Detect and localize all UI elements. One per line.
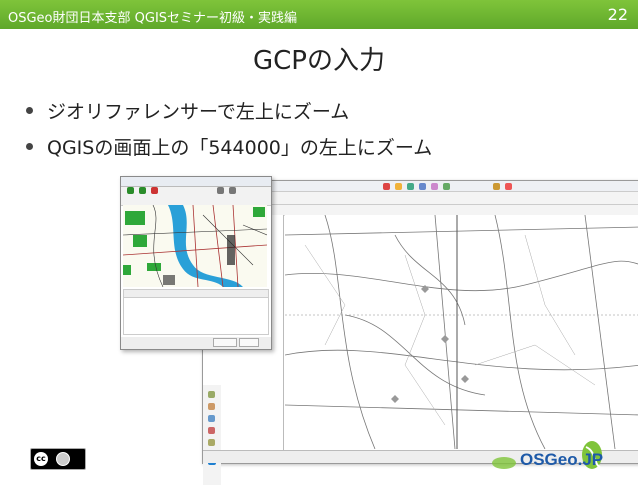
gcp-table[interactable] — [123, 289, 269, 335]
osgeo-jp-logo: OSGeo.JP — [490, 437, 610, 477]
creative-commons-icon: cc — [34, 452, 48, 466]
bullet-text: ジオリファレンサーで左上にズーム — [47, 100, 350, 123]
tool-icon[interactable] — [229, 187, 236, 194]
vector-map-drawing — [285, 215, 638, 449]
tool-icon[interactable] — [431, 183, 438, 190]
tool-icon[interactable] — [139, 187, 146, 194]
osgeo-jp-logo-graphic: OSGeo.JP — [492, 441, 603, 469]
tool-icon[interactable] — [208, 403, 215, 410]
tool-icon[interactable] — [208, 391, 215, 398]
tool-icon[interactable] — [505, 183, 512, 190]
creative-commons-badge: cc — [30, 448, 86, 470]
tool-icon[interactable] — [217, 187, 224, 194]
georeferencer-window[interactable] — [120, 176, 272, 350]
tool-icon[interactable] — [208, 415, 215, 422]
map-canvas[interactable] — [285, 215, 638, 449]
slide-title: GCPの入力 — [253, 46, 385, 76]
tool-icon[interactable] — [407, 183, 414, 190]
georef-button[interactable] — [239, 338, 259, 347]
bullet-item: ジオリファレンサーで左上にズーム — [26, 92, 432, 128]
bullet-text: QGISの画面上の「544000」の左上にズーム — [47, 136, 433, 159]
bullet-dot-icon — [26, 106, 33, 114]
tool-icon[interactable] — [208, 439, 215, 446]
bullet-list: ジオリファレンサーで左上にズーム QGISの画面上の「544000」の左上にズー… — [26, 92, 432, 164]
header-title: OSGeo財団日本支部 QGISセミナー初級・実践編 — [8, 11, 298, 26]
georef-title-bar — [121, 177, 271, 187]
tool-icon[interactable] — [443, 183, 450, 190]
slide-header-bar: OSGeo財団日本支部 QGISセミナー初級・実践編 22 — [0, 0, 638, 29]
tool-icon[interactable] — [127, 187, 134, 194]
logo-text: OSGeo.JP — [520, 450, 603, 469]
scanned-map-image — [123, 205, 267, 287]
georef-button[interactable] — [213, 338, 237, 347]
bullet-dot-icon — [26, 142, 33, 150]
gcp-table-header — [124, 290, 268, 298]
page-number: 22 — [607, 5, 628, 24]
digitizing-toolbar[interactable] — [203, 385, 221, 485]
georef-status-bar — [121, 337, 271, 349]
tool-icon[interactable] — [493, 183, 500, 190]
tool-icon[interactable] — [419, 183, 426, 190]
tool-icon[interactable] — [151, 187, 158, 194]
attribution-icon — [56, 452, 70, 466]
bullet-item: QGISの画面上の「544000」の左上にズーム — [26, 128, 432, 164]
georef-raster-view[interactable] — [123, 205, 267, 287]
tool-icon[interactable] — [395, 183, 402, 190]
tool-icon[interactable] — [383, 183, 390, 190]
tool-icon[interactable] — [208, 427, 215, 434]
